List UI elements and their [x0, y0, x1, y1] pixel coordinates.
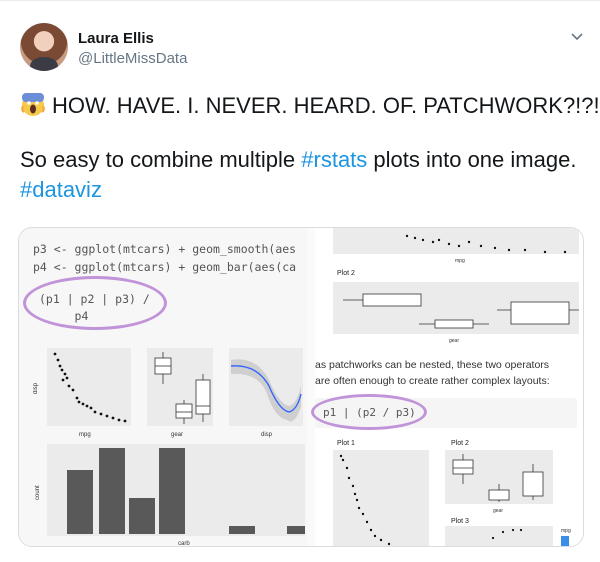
boxplot-wide: gear: [333, 282, 579, 344]
axis-label-gear-3: gear: [493, 508, 503, 514]
tweet-line-2: So easy to combine multiple #rstats plot…: [20, 147, 576, 173]
boxplot-small: gear: [445, 450, 553, 514]
plot-2-label: Plot 2: [337, 270, 355, 277]
hashtag-rstats[interactable]: #rstats: [301, 147, 367, 172]
highlight-oval-2: [311, 394, 427, 430]
plot-1-label: Plot 1: [337, 440, 355, 447]
axis-label-gear: gear: [171, 432, 183, 438]
tweet: Laura Ellis @LittleMissData HOW. HAVE. I…: [0, 0, 600, 562]
axis-label-mpg: mpg: [79, 432, 91, 438]
author-name[interactable]: Laura Ellis: [78, 30, 154, 47]
scatter-plot-1-small: [333, 450, 429, 546]
axis-label-disp-2: disp: [261, 432, 273, 438]
axis-label-carb: carb: [178, 541, 190, 547]
prose-line-2: are often enough to create rather comple…: [315, 375, 550, 387]
code-line-2: p4 <- ggplot(mtcars) + geom_bar(aes(ca: [33, 260, 297, 274]
tweet-line-2-suffix: plots into one image.: [367, 147, 577, 172]
plot-3-label: Plot 3: [451, 518, 469, 525]
plot-2b-label: Plot 2: [451, 440, 469, 447]
code-line-1: p3 <- ggplot(mtcars) + geom_smooth(aes: [33, 242, 297, 256]
legend-label-mpg: mpg: [561, 528, 571, 534]
scatter-strip-top: mpg: [333, 228, 579, 264]
axis-label-mpg-2: mpg: [455, 258, 465, 264]
prose-line-1: as patchworks can be nested, these two o…: [315, 359, 550, 371]
author-handle[interactable]: @LittleMissData: [78, 50, 187, 67]
tweet-line-1-text: HOW. HAVE. I. NEVER. HEARD. OF. PATCHWOR…: [52, 93, 600, 118]
smooth-plot-disp-qsec: disp: [229, 348, 303, 438]
bar-chart-carb-count: carb count: [35, 444, 305, 547]
avatar[interactable]: [20, 23, 68, 71]
media-left-panel: p3 <- ggplot(mtcars) + geom_smooth(aes p…: [19, 228, 307, 547]
scatter-plot-mpg-disp: mpg disp: [33, 348, 131, 438]
tweet-line-1: HOW. HAVE. I. NEVER. HEARD. OF. PATCHWOR…: [20, 91, 600, 119]
axis-label-disp: disp: [33, 382, 39, 394]
highlight-oval: [23, 276, 167, 330]
chevron-down-icon[interactable]: [570, 29, 584, 43]
media-right-panel: mpg Plot 2 gear as patchworks can be nes…: [311, 228, 583, 546]
scatter-plot-3-small: mpg: [445, 526, 571, 546]
axis-label-count: count: [35, 485, 41, 500]
axis-label-gear-2: gear: [449, 338, 459, 344]
tweet-media-image[interactable]: p3 <- ggplot(mtcars) + geom_smooth(aes p…: [18, 227, 584, 547]
boxplot-gear-disp: gear: [147, 348, 213, 438]
hashtag-dataviz[interactable]: #dataviz: [20, 177, 102, 203]
tweet-line-2-prefix: So easy to combine multiple: [20, 147, 302, 172]
screaming-face-emoji-icon: [20, 91, 46, 117]
